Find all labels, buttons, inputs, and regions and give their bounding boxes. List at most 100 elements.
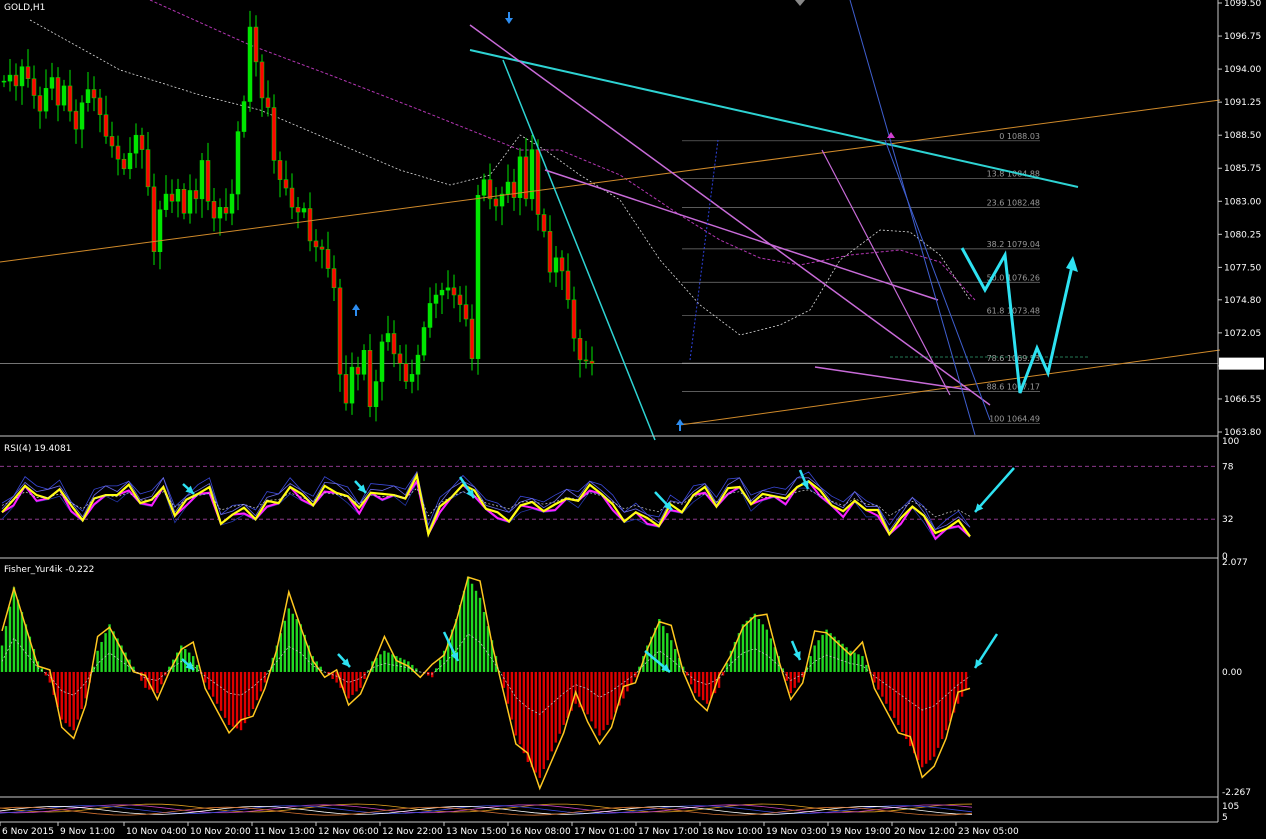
bearish-candle (283, 179, 289, 189)
metatrader-chart-window[interactable]: 0 1088.0313.8 1084.8823.6 1082.4838.2 10… (0, 0, 1266, 839)
fisher-bar-negative (431, 671, 434, 678)
fisher-bar-negative (211, 671, 215, 697)
fisher-bar-negative (594, 671, 597, 729)
bullish-candle (235, 131, 241, 195)
fisher-bar-positive (745, 620, 749, 672)
fisher-bar-negative (897, 671, 900, 725)
fisher-bar-negative (689, 671, 693, 685)
bullish-candle (19, 66, 25, 87)
fisher-bar-negative (522, 671, 526, 754)
fibonacci-level-label: 38.2 1079.04 (987, 240, 1040, 249)
fisher-bar-negative (223, 671, 227, 718)
fisher-bar-negative (917, 671, 920, 761)
fisher-label: Fisher_Yur4ik -0.222 (4, 565, 94, 575)
fisher-bar-positive (861, 656, 864, 672)
rsi-axis-label: 100 (1222, 437, 1239, 447)
bullish-candle (199, 160, 205, 200)
fisher-bar-negative (76, 671, 79, 720)
fisher-bar-negative (885, 671, 888, 704)
mini-axis-label: 105 (1222, 802, 1239, 812)
bearish-candle (541, 214, 547, 232)
bullish-candle (79, 102, 85, 130)
bearish-candle (193, 190, 199, 200)
fisher-bar-positive (379, 654, 382, 672)
time-axis-label: 19 Nov 19:00 (830, 827, 891, 837)
fisher-bar-negative (518, 671, 522, 745)
bullish-candle (217, 207, 223, 219)
bearish-candle (565, 270, 571, 301)
fisher-bar-positive (474, 590, 478, 672)
fisher-bar-positive (486, 626, 490, 672)
bullish-candle (61, 85, 67, 106)
bearish-candle (31, 78, 37, 96)
fisher-bar-negative (877, 671, 880, 690)
bearish-candle (169, 193, 175, 202)
price-tick-label: 1096.75 (1224, 32, 1261, 42)
fisher-bar-positive (809, 656, 812, 672)
price-tick-label: 1091.25 (1224, 98, 1261, 108)
fisher-bar-negative (80, 671, 83, 710)
fisher-bar-negative (510, 671, 514, 720)
rsi-label: RSI(4) 19.4081 (4, 444, 71, 454)
bullish-candle (301, 208, 307, 213)
bullish-candle (7, 74, 13, 82)
fisher-bar-negative (243, 671, 247, 724)
bearish-candle (223, 207, 229, 214)
fisher-bar-positive (399, 657, 402, 672)
fisher-bar-positive (753, 613, 757, 672)
fisher-axis-label: 2.077 (1222, 558, 1248, 568)
bearish-candle (181, 189, 187, 214)
fisher-bar-negative (259, 671, 263, 692)
fisher-bar-negative (626, 671, 629, 692)
fisher-bar-negative (913, 671, 916, 754)
bearish-candle (121, 158, 127, 170)
fisher-bar-negative (530, 671, 534, 768)
fibonacci-level-label: 88.6 1067.17 (987, 383, 1040, 392)
bullish-candle (553, 257, 559, 273)
mini-axis-label: 5 (1222, 813, 1228, 823)
fisher-bar-positive (188, 652, 191, 672)
price-tick-label: 1066.55 (1224, 395, 1261, 405)
fisher-bar-negative (207, 671, 211, 690)
fisher-bar-negative (909, 671, 912, 747)
fisher-bar-negative (506, 671, 510, 704)
fisher-bar-positive (12, 587, 16, 672)
fisher-bar-positive (287, 608, 291, 672)
fibonacci-level-label: 0 1088.03 (999, 132, 1040, 141)
bearish-candle (289, 187, 295, 208)
fisher-bar-negative (351, 671, 354, 695)
bearish-candle (403, 363, 409, 382)
fisher-bar-negative (562, 671, 565, 725)
fisher-bar-positive (383, 650, 386, 672)
fisher-bar-negative (881, 671, 884, 697)
fisher-bar-negative (697, 671, 701, 697)
bearish-candle (487, 179, 493, 200)
bearish-candle (259, 61, 265, 99)
bearish-candle (343, 374, 349, 404)
fisher-bar-negative (797, 671, 800, 683)
time-axis-label: 20 Nov 12:00 (894, 827, 955, 837)
fisher-bar-negative (514, 671, 518, 736)
fisher-bar-negative (602, 671, 605, 731)
bearish-candle (115, 145, 121, 160)
fisher-bar-positive (454, 619, 458, 672)
fisher-bar-positive (817, 640, 820, 672)
fisher-bar-negative (960, 671, 964, 697)
fisher-bar-positive (857, 654, 860, 672)
fisher-bar-positive (20, 611, 24, 672)
bullish-candle (163, 193, 169, 210)
time-axis-label: 18 Nov 10:00 (702, 827, 763, 837)
fisher-bar-negative (355, 671, 358, 692)
bearish-candle (271, 107, 277, 161)
fisher-bar-positive (825, 629, 828, 672)
bullish-candle (379, 341, 385, 382)
time-axis-label: 11 Nov 13:00 (254, 827, 315, 837)
fisher-bar-negative (219, 671, 223, 711)
time-axis-label: 13 Nov 15:00 (446, 827, 507, 837)
price-tick-label: 1074.80 (1224, 296, 1261, 306)
bullish-candle (85, 89, 91, 103)
fisher-bar-positive (462, 590, 466, 672)
bullish-candle (427, 303, 433, 328)
fisher-bar-positive (674, 649, 677, 672)
bearish-candle (103, 114, 109, 137)
